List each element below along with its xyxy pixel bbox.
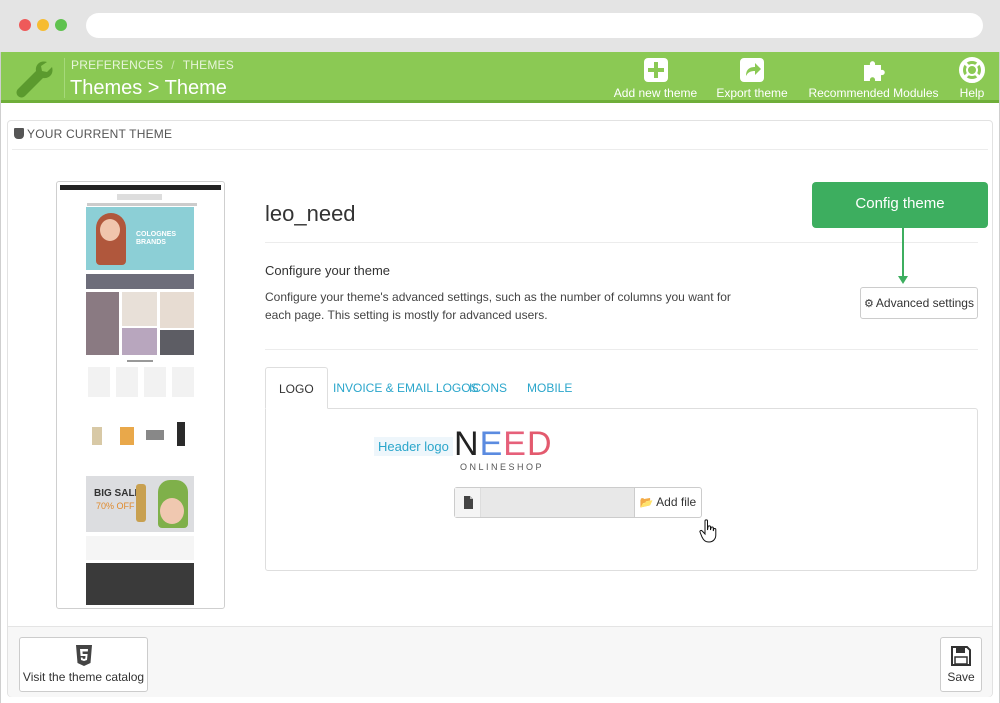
breadcrumb-themes[interactable]: THEMES [183, 58, 234, 72]
preview-sale-text: BIG SALE [94, 488, 142, 499]
preview-product-4 [172, 367, 194, 397]
browser-chrome [0, 0, 1000, 52]
preview-topbar [60, 185, 221, 190]
theme-divider-1 [265, 242, 978, 243]
tab-logo[interactable]: LOGO [265, 367, 328, 409]
toolbar-divider [64, 58, 65, 98]
callout-arrow-line [902, 228, 904, 278]
header-logo-image: NEED [454, 425, 553, 464]
logo-letter-d: D [526, 425, 553, 463]
recommended-modules-button[interactable]: Recommended Modules [804, 57, 943, 100]
logo-file-upload: 📂 Add file [454, 487, 702, 518]
header-toolbar: PREFERENCES / THEMES Themes > Theme Add ne… [1, 52, 999, 103]
export-theme-button[interactable]: Export theme [713, 57, 791, 100]
preview-product-7 [146, 430, 164, 440]
advanced-settings-label: Advanced settings [875, 296, 974, 310]
address-bar[interactable] [86, 13, 983, 38]
preview-product-6 [120, 427, 134, 445]
preview-tile-4 [160, 292, 194, 328]
add-new-theme-label: Add new theme [613, 86, 698, 100]
preview-product-2 [116, 367, 138, 397]
file-name-input[interactable] [481, 488, 634, 517]
theme-divider-2 [265, 349, 978, 350]
puzzle-icon [863, 61, 885, 81]
advanced-settings-button[interactable]: ⚙ Advanced settings [860, 287, 978, 319]
hand-cursor-icon [699, 519, 717, 543]
breadcrumb: PREFERENCES / THEMES [71, 58, 234, 72]
configure-description: Configure your theme's advanced settings… [265, 290, 731, 322]
breadcrumb-separator: / [171, 58, 175, 72]
preview-menu [87, 203, 197, 206]
tab-invoice-email-logos[interactable]: INVOICE & EMAIL LOGOS [333, 367, 479, 409]
preview-logo [117, 194, 162, 200]
preview-sale-sub: 70% OFF [96, 501, 135, 511]
logo-tab-content: Header logo NEED ONLINESHOP 📂 Add file [265, 408, 978, 571]
page-frame: PREFERENCES / THEMES Themes > Theme Add ne… [0, 52, 1000, 703]
window-minimize-dot[interactable] [37, 19, 49, 31]
callout-arrow-head [898, 276, 908, 284]
theme-preview-image: COLOGNES BRANDS BIG SALE 70% OFF [56, 181, 225, 609]
preview-tile-3 [122, 328, 157, 355]
window-maximize-dot[interactable] [55, 19, 67, 31]
wrench-icon [16, 61, 53, 98]
window-close-dot[interactable] [19, 19, 31, 31]
preview-product-1 [88, 367, 110, 397]
html5-icon [75, 645, 92, 666]
gear-icon: ⚙ [864, 298, 874, 310]
preview-footer [86, 563, 194, 605]
preview-product-8 [177, 422, 185, 446]
current-theme-panel: YOUR CURRENT THEME COLOGNES BRANDS BIG S… [7, 120, 993, 697]
share-square-icon [740, 58, 764, 82]
visit-theme-catalog-label: Visit the theme catalog [22, 670, 145, 684]
file-icon [455, 488, 481, 517]
visit-theme-catalog-button[interactable]: Visit the theme catalog [19, 637, 148, 692]
recommended-modules-label: Recommended Modules [808, 86, 939, 100]
preview-newsletter [86, 536, 194, 560]
preview-sale-banner: BIG SALE 70% OFF [86, 476, 194, 532]
preview-hero-banner: COLOGNES BRANDS [86, 207, 194, 270]
panel-footer: Visit the theme catalog Save [8, 626, 992, 697]
help-button[interactable]: Help [955, 57, 989, 100]
plus-square-icon [643, 58, 668, 82]
header-logo-subtitle: ONLINESHOP [460, 462, 545, 472]
preview-heading-line [127, 360, 153, 362]
header-logo-label: Header logo [374, 437, 453, 456]
help-label: Help [959, 86, 985, 100]
logo-letter-e2: E [503, 425, 527, 463]
preview-tile-2 [122, 292, 157, 326]
lifebuoy-icon [959, 57, 985, 83]
panel-heading-divider [12, 149, 988, 150]
save-button[interactable]: Save [940, 637, 982, 692]
preview-banner-text: COLOGNES BRANDS [136, 231, 177, 246]
config-theme-callout: Config theme [812, 182, 988, 228]
html5-icon [14, 128, 24, 139]
theme-name: leo_need [265, 201, 356, 226]
preview-tile-1 [86, 292, 119, 355]
export-theme-label: Export theme [716, 86, 788, 100]
save-label: Save [947, 670, 975, 684]
logo-letter-n: N [454, 425, 480, 463]
preview-tile-5 [160, 330, 194, 355]
add-new-theme-button[interactable]: Add new theme [611, 57, 700, 100]
tab-mobile[interactable]: MOBILE [527, 367, 572, 409]
folder-open-icon: 📂 [639, 497, 654, 509]
preview-strip [86, 274, 194, 289]
breadcrumb-preferences[interactable]: PREFERENCES [71, 58, 163, 72]
logo-letter-e1: E [479, 425, 504, 463]
floppy-disk-icon [951, 646, 971, 666]
add-file-button[interactable]: 📂 Add file [634, 488, 701, 517]
panel-heading-text: YOUR CURRENT THEME [27, 127, 173, 141]
tab-icons[interactable]: ICONS [469, 367, 507, 409]
preview-product-5 [92, 427, 102, 445]
page-title: Themes > Theme [70, 77, 227, 99]
configure-title: Configure your theme [265, 263, 391, 278]
add-file-label: Add file [656, 495, 697, 509]
panel-heading: YOUR CURRENT THEME [14, 127, 172, 141]
preview-product-3 [144, 367, 166, 397]
